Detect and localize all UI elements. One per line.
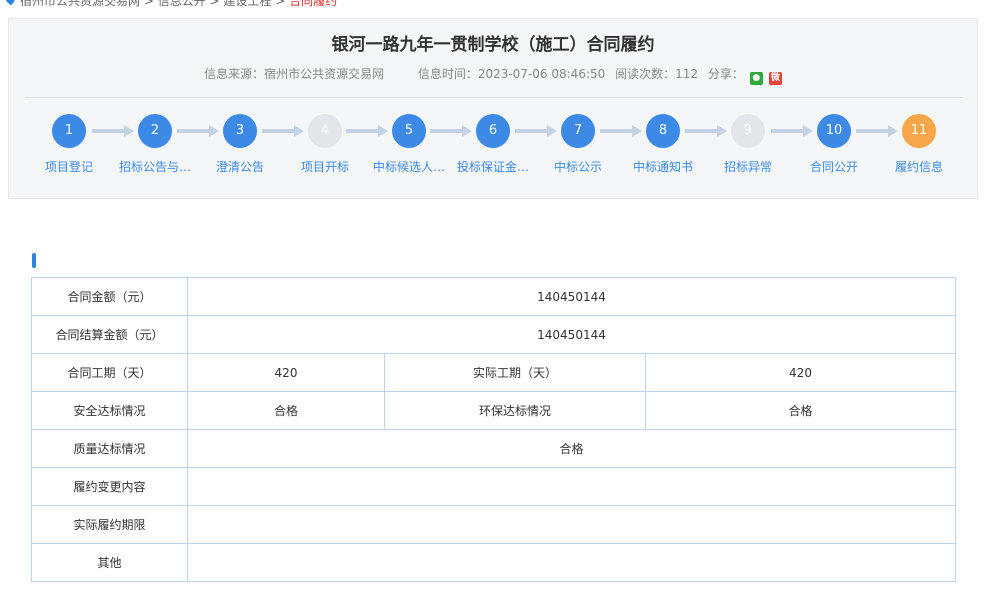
step-item[interactable]: 10 合同公开 bbox=[789, 114, 879, 175]
step-number: 10 bbox=[817, 114, 851, 148]
read-count: 阅读次数：112 bbox=[615, 67, 698, 81]
cell-value bbox=[187, 467, 956, 506]
cell-label: 其他 bbox=[31, 543, 188, 582]
breadcrumb-current: 合同履约 bbox=[289, 0, 338, 8]
cell-value: 140450144 bbox=[187, 315, 956, 354]
info-meta: 信息来源：宿州市公共资源交易网 信息时间：2023-07-06 08:46:50… bbox=[9, 65, 977, 85]
step-label: 中标通知书 bbox=[632, 160, 693, 174]
step-label: 投标保证金… bbox=[456, 160, 529, 174]
cell-value: 合格 bbox=[187, 429, 956, 468]
table-row: 实际履约期限 bbox=[31, 505, 956, 544]
cell-value: 420 bbox=[645, 353, 956, 392]
step-number: 3 bbox=[223, 114, 257, 148]
cell-label: 实际履约期限 bbox=[31, 505, 188, 544]
cell-label: 合同金额（元） bbox=[31, 277, 188, 316]
step-label: 中标候选人… bbox=[372, 160, 445, 174]
table-row: 合同结算金额（元） 140450144 bbox=[31, 315, 956, 354]
info-time: 信息时间：2023-07-06 08:46:50 bbox=[417, 67, 606, 81]
step-label: 招标公告与… bbox=[118, 160, 191, 174]
table-row: 合同金额（元） 140450144 bbox=[31, 277, 956, 316]
table-row: 质量达标情况 合格 bbox=[31, 429, 956, 468]
step-item[interactable]: 9 招标异常 bbox=[703, 114, 793, 175]
cell-value bbox=[187, 543, 956, 582]
process-steps: 1 项目登记 2 招标公告与… 3 澄清公告 4 项目开标 5 中标候选人… 6… bbox=[9, 114, 977, 194]
cell-label: 安全达标情况 bbox=[31, 391, 188, 430]
cell-label: 合同结算金额（元） bbox=[31, 315, 188, 354]
notice-header: 银河一路九年一贯制学校（施工）合同履约 信息来源：宿州市公共资源交易网 信息时间… bbox=[8, 18, 978, 199]
step-label: 澄清公告 bbox=[215, 160, 264, 174]
location-icon bbox=[3, 0, 17, 6]
cell-label: 实际工期（天） bbox=[384, 353, 646, 392]
step-label: 合同公开 bbox=[809, 160, 858, 174]
breadcrumb-item[interactable]: 宿州市公共资源交易网 bbox=[20, 0, 140, 8]
info-source: 信息来源：宿州市公共资源交易网 bbox=[204, 67, 385, 81]
step-item[interactable]: 6 投标保证金… bbox=[448, 114, 538, 175]
step-item[interactable]: 3 澄清公告 bbox=[195, 114, 285, 175]
step-label: 履约信息 bbox=[894, 160, 943, 174]
step-number: 1 bbox=[52, 114, 86, 148]
divider bbox=[25, 97, 963, 98]
cell-label: 环保达标情况 bbox=[384, 391, 646, 430]
table-row: 履约变更内容 bbox=[31, 467, 956, 506]
step-number: 4 bbox=[308, 114, 342, 148]
section-marker bbox=[32, 253, 36, 268]
cell-label: 履约变更内容 bbox=[31, 467, 188, 506]
performance-table: 合同金额（元） 140450144 合同结算金额（元） 140450144 合同… bbox=[31, 277, 956, 582]
share-label: 分享： bbox=[707, 67, 744, 81]
step-item[interactable]: 5 中标候选人… bbox=[364, 114, 454, 175]
breadcrumb-item[interactable]: 建设工程 bbox=[223, 0, 271, 8]
step-number: 9 bbox=[731, 114, 765, 148]
table-row: 合同工期（天） 420 实际工期（天） 420 bbox=[31, 353, 956, 392]
step-item[interactable]: 1 项目登记 bbox=[24, 114, 114, 175]
breadcrumb-item[interactable]: 信息公开 bbox=[158, 0, 206, 8]
breadcrumb-text: 宿州市公共资源交易网 > 信息公开 > 建设工程 > 合同履约 bbox=[20, 0, 337, 8]
step-number: 5 bbox=[392, 114, 426, 148]
table-row: 其他 bbox=[31, 543, 956, 582]
step-item[interactable]: 4 项目开标 bbox=[280, 114, 370, 175]
step-item[interactable]: 2 招标公告与… bbox=[110, 114, 200, 175]
cell-label: 合同工期（天） bbox=[31, 353, 188, 392]
step-number: 7 bbox=[561, 114, 595, 148]
step-label: 项目开标 bbox=[300, 160, 349, 174]
cell-value: 420 bbox=[187, 353, 385, 392]
step-item[interactable]: 11 履约信息 bbox=[874, 114, 964, 175]
table-row: 安全达标情况 合格 环保达标情况 合格 bbox=[31, 391, 956, 430]
cell-value: 140450144 bbox=[187, 277, 956, 316]
cell-label: 质量达标情况 bbox=[31, 429, 188, 468]
step-item[interactable]: 8 中标通知书 bbox=[618, 114, 708, 175]
step-item[interactable]: 7 中标公示 bbox=[533, 114, 623, 175]
wechat-icon[interactable]: ● bbox=[749, 72, 763, 85]
step-number: 11 bbox=[902, 114, 936, 148]
cell-value: 合格 bbox=[187, 391, 385, 430]
breadcrumb: 宿州市公共资源交易网 > 信息公开 > 建设工程 > 合同履约 bbox=[0, 0, 1000, 8]
cell-value bbox=[187, 505, 956, 544]
weibo-icon[interactable]: 微 bbox=[768, 72, 782, 85]
step-number: 8 bbox=[646, 114, 680, 148]
step-label: 项目登记 bbox=[44, 160, 93, 174]
step-number: 2 bbox=[138, 114, 172, 148]
step-number: 6 bbox=[476, 114, 510, 148]
step-label: 招标异常 bbox=[723, 160, 772, 174]
cell-value: 合格 bbox=[645, 391, 956, 430]
page-title: 银河一路九年一贯制学校（施工）合同履约 bbox=[331, 35, 655, 55]
step-label: 中标公示 bbox=[553, 160, 602, 174]
